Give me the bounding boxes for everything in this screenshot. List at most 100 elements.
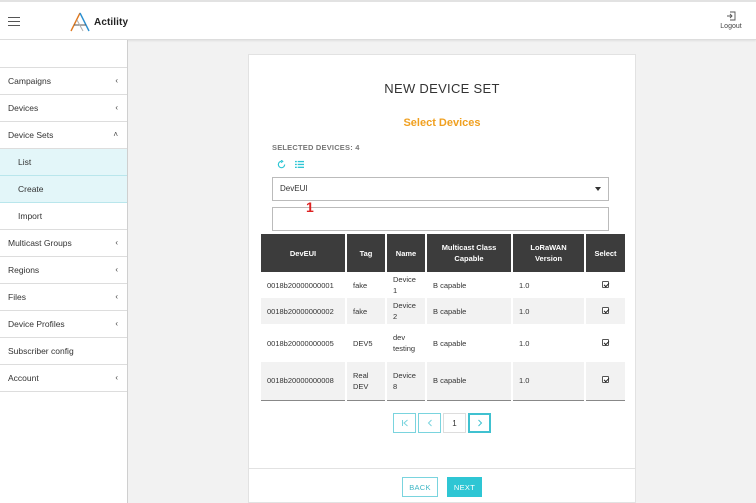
devices-table: DevEUI Tag Name Multicast Class Capable … [261, 234, 625, 401]
next-button[interactable]: NEXT [447, 477, 482, 497]
sidebar-item-label: Subscriber config [8, 346, 74, 356]
sidebar-item-label: Import [18, 211, 43, 221]
top-bar: Actility Logout [0, 0, 756, 40]
filter-input[interactable] [272, 207, 609, 231]
chevron-up-icon: ˄ [113, 130, 118, 139]
table-row: 0018b20000000002 fake Device 2 B capable… [261, 298, 625, 324]
sidebar-item-label: Create [18, 184, 44, 194]
cell-lorawan: 1.0 [512, 298, 586, 324]
cell-select [585, 272, 625, 298]
filter-field-select[interactable]: DevEUI [272, 177, 609, 201]
sidebar-item-label: Files [8, 292, 26, 302]
column-header-multicast[interactable]: Multicast Class Capable [426, 234, 513, 272]
cell-tag: DEV5 [346, 324, 387, 362]
cell-lorawan: 1.0 [512, 362, 586, 401]
checkbox-icon[interactable] [602, 280, 609, 288]
chevron-left-icon: ‹ [115, 373, 118, 382]
table-row: 0018b20000000005 DEV5 dev testing B capa… [261, 324, 625, 362]
checkbox-icon[interactable] [602, 376, 609, 384]
page-title: NEW DEVICE SET [384, 81, 500, 96]
back-button[interactable]: BACK [402, 477, 438, 497]
sidebar-item-regions[interactable]: Regions ‹ [0, 257, 127, 284]
checkbox-icon[interactable] [602, 338, 609, 346]
first-page-button[interactable] [393, 413, 416, 433]
chevron-left-icon: ‹ [115, 265, 118, 274]
chevron-left-icon: ‹ [115, 76, 118, 85]
sidebar-header [0, 40, 127, 68]
cell-select [585, 298, 625, 324]
cell-tag: fake [346, 272, 387, 298]
sidebar-item-label: Device Sets [8, 130, 54, 140]
table-tools [277, 160, 304, 169]
sidebar-item-label: Regions [8, 265, 40, 275]
sidebar-item-label: Multicast Groups [8, 238, 72, 248]
logout-button[interactable]: Logout [719, 11, 743, 30]
hamburger-icon[interactable] [8, 17, 20, 27]
cell-name: Device 8 [386, 362, 427, 401]
next-page-button[interactable] [468, 413, 491, 433]
logout-icon [727, 11, 736, 21]
sidebar-subitem-create[interactable]: Create [0, 176, 127, 203]
sidebar-item-device-profiles[interactable]: Device Profiles ‹ [0, 311, 127, 338]
cell-select [585, 362, 625, 401]
selected-devices-count: SELECTED DEVICES: 4 [272, 143, 360, 152]
cell-multicast: B capable [426, 324, 513, 362]
new-device-set-card: NEW DEVICE SET Select Devices SELECTED D… [248, 54, 636, 503]
chevron-left-icon: ‹ [115, 238, 118, 247]
sidebar-item-label: Campaigns [8, 76, 51, 86]
cell-multicast: B capable [426, 362, 513, 401]
refresh-icon[interactable] [277, 160, 286, 169]
cell-select [585, 324, 625, 362]
sidebar-item-files[interactable]: Files ‹ [0, 284, 127, 311]
sidebar-item-devices[interactable]: Devices ‹ [0, 95, 127, 122]
logout-label: Logout [720, 23, 742, 30]
caret-down-icon [595, 187, 601, 191]
cell-name: dev testing [386, 324, 427, 362]
prev-page-button[interactable] [418, 413, 441, 433]
sidebar-item-campaigns[interactable]: Campaigns ‹ [0, 68, 127, 95]
chevron-left-icon: ‹ [115, 103, 118, 112]
sidebar-subitem-list[interactable]: List [0, 149, 127, 176]
sidebar-item-subscriber-config[interactable]: Subscriber config [0, 338, 127, 365]
table-header-row: DevEUI Tag Name Multicast Class Capable … [261, 234, 625, 272]
cell-multicast: B capable [426, 272, 513, 298]
sidebar-item-label: Account [8, 373, 39, 383]
annotation-mark: 1 [306, 199, 314, 215]
sidebar-item-account[interactable]: Account ‹ [0, 365, 127, 392]
cell-lorawan: 1.0 [512, 324, 586, 362]
next-page-icon [477, 419, 482, 427]
step-subtitle: Select Devices [403, 117, 481, 129]
column-header-tag[interactable]: Tag [346, 234, 387, 272]
logo-text: Actility [94, 16, 129, 28]
filter-field-value: DevEUI [280, 184, 308, 193]
cell-deveui: 0018b20000000008 [261, 362, 347, 401]
prev-page-icon [427, 419, 432, 427]
sidebar: Campaigns ‹ Devices ‹ Device Sets ˄ List Cr… [0, 40, 128, 503]
sidebar-item-label: List [18, 157, 32, 167]
actility-logo[interactable]: Actility [69, 11, 128, 33]
sidebar-subitem-import[interactable]: Import [0, 203, 127, 230]
table-row: 0018b20000000008 Real DEV Device 8 B cap… [261, 362, 625, 401]
list-icon[interactable] [295, 160, 304, 169]
sidebar-item-multicast-groups[interactable]: Multicast Groups ‹ [0, 230, 127, 257]
footer-divider [249, 468, 635, 469]
sidebar-item-label: Devices [8, 103, 39, 113]
first-page-icon [401, 419, 408, 427]
column-header-deveui[interactable]: DevEUI [261, 234, 347, 272]
cell-deveui: 0018b20000000001 [261, 272, 347, 298]
checkbox-icon[interactable] [602, 306, 609, 314]
sidebar-item-device-sets[interactable]: Device Sets ˄ [0, 122, 127, 149]
chevron-left-icon: ‹ [115, 292, 118, 301]
table-row: 0018b20000000001 fake Device 1 B capable… [261, 272, 625, 298]
cell-multicast: B capable [426, 298, 513, 324]
column-header-name[interactable]: Name [386, 234, 427, 272]
cell-tag: Real DEV [346, 362, 387, 401]
cell-name: Device 2 [386, 298, 427, 324]
page-number-button[interactable]: 1 [443, 413, 466, 433]
actility-logo-icon [70, 12, 90, 32]
column-header-select: Select [585, 234, 625, 272]
sidebar-item-label: Device Profiles [8, 319, 65, 329]
pagination: 1 [393, 413, 491, 433]
column-header-lorawan[interactable]: LoRaWAN Version [512, 234, 586, 272]
cell-deveui: 0018b20000000002 [261, 298, 347, 324]
